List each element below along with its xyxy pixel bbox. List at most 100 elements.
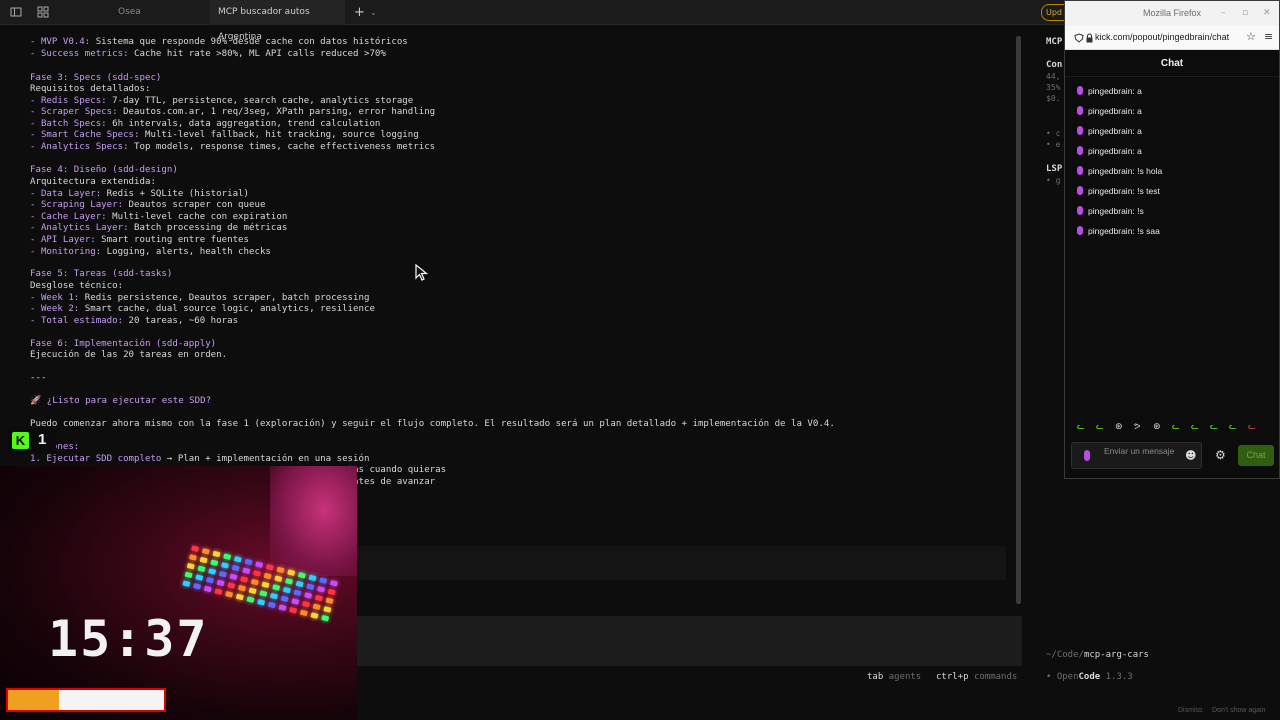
update-badge[interactable]: Upd — [1041, 4, 1065, 21]
tab-dropdown-chevron-icon[interactable]: ⌄ — [362, 0, 377, 25]
webcam-overlay — [0, 466, 357, 720]
emote-bar[interactable]: ᓚ ᓚ ⊛ ᕗ ⊛ ᓚ ᓚ ᓚ ᓚ ᓚ — [1077, 422, 1267, 434]
terminal-line-text: --- — [30, 373, 47, 383]
emoji-icon[interactable]: ☻ — [1185, 449, 1196, 462]
terminal-line-text: Sistema que responde 90% desde cache con… — [90, 37, 408, 47]
terminal-line: 🚀 ¿Listo para ejecutar este SDD? — [30, 395, 211, 407]
chat-username[interactable]: pingedbrain: — [1088, 206, 1135, 216]
side-lsp-item: • g — [1046, 176, 1061, 185]
prompt-input[interactable] — [356, 546, 1006, 580]
terminal-line: - Smart Cache Specs: Multi-level fallbac… — [30, 129, 419, 141]
command-bar[interactable] — [356, 616, 1022, 666]
chat-username[interactable]: pingedbrain: — [1088, 126, 1135, 136]
terminal-line: Arquitectura extendida: — [30, 176, 156, 188]
shortcut-commands: ctrl+p commands — [936, 672, 1018, 682]
keyboard-key — [299, 609, 308, 617]
url-text[interactable]: kick.com/popout/pingedbrain/chat — [1095, 32, 1243, 42]
terminal-line-text: Redis + SQLite (historial) — [101, 189, 250, 199]
terminal-line: --- — [30, 372, 46, 384]
terminal-scrollbar[interactable] — [1016, 36, 1021, 604]
user-badge-icon — [1077, 86, 1083, 95]
chat-text: a — [1137, 146, 1142, 156]
terminal-line: Puedo comenzar ahora mismo con la fase 1… — [30, 418, 835, 430]
terminal-line: - Monitoring: Logging, alerts, health ch… — [30, 246, 271, 258]
terminal-line: - Analytics Specs: Top models, response … — [30, 141, 435, 153]
keyboard-key — [205, 576, 214, 584]
menu-icon[interactable]: ≡ — [1264, 30, 1273, 43]
url-bar[interactable]: kick.com/popout/pingedbrain/chat ☆ ≡ — [1065, 26, 1279, 50]
mic-icon — [1084, 450, 1090, 461]
keyboard-key — [282, 586, 291, 594]
chat-message: pingedbrain: a — [1077, 145, 1142, 157]
terminal-line-label: - MVP V0.4: — [30, 37, 91, 47]
chat-username[interactable]: pingedbrain: — [1088, 166, 1135, 176]
user-badge-icon — [1077, 106, 1083, 115]
terminal-line-label: - Scraper Specs: — [30, 107, 118, 117]
chat-message: pingedbrain: a — [1077, 125, 1142, 137]
chat-message: pingedbrain: a — [1077, 105, 1142, 117]
tab-osea[interactable]: Osea — [110, 0, 210, 25]
keyboard-key — [302, 600, 311, 608]
keyboard-key — [237, 584, 246, 592]
terminal-line-text: Smart cache, dual source logic, analytic… — [79, 304, 375, 314]
keyboard-key — [229, 573, 238, 581]
terminal-line-label: - Week 1: — [30, 293, 80, 303]
keyboard-key — [233, 556, 242, 563]
tab-grid-icon[interactable] — [37, 6, 49, 18]
keyboard-key — [314, 594, 323, 602]
keyboard-key — [329, 580, 338, 587]
chat-username[interactable]: pingedbrain: — [1088, 106, 1135, 116]
chat-header: Chat — [1065, 51, 1279, 77]
keyboard-key — [319, 577, 328, 584]
terminal-line: - Analytics Layer: Batch processing de m… — [30, 222, 287, 234]
close-icon[interactable]: ✕ — [1263, 8, 1271, 18]
chat-text: !s — [1137, 206, 1144, 216]
chat-username[interactable]: pingedbrain: — [1088, 226, 1135, 236]
terminal-line-text: Top models, response times, cache effect… — [128, 142, 436, 152]
side-lsp: LSP — [1046, 164, 1063, 174]
chat-username[interactable]: pingedbrain: — [1088, 86, 1135, 96]
terminal-line-text: Logging, alerts, health checks — [101, 247, 271, 257]
keyboard-key — [195, 574, 204, 581]
dismiss-link[interactable]: Dismiss — [1178, 707, 1203, 714]
viewer-badge: K 1 — [8, 428, 56, 454]
chat-username[interactable]: pingedbrain: — [1088, 186, 1135, 196]
terminal-line: Ejecución de las 20 tareas en orden. — [30, 349, 227, 361]
keyboard-key — [263, 572, 272, 580]
shield-icon[interactable] — [1074, 33, 1084, 43]
terminal-line-text: Cache hit rate >80%, ML API calls reduce… — [128, 49, 386, 59]
keyboard-key — [250, 578, 259, 586]
chat-message: pingedbrain: !s — [1077, 205, 1144, 217]
terminal-line: - Scraping Layer: Deautos scraper con qu… — [30, 199, 265, 211]
send-chat-button[interactable]: Chat — [1238, 445, 1274, 466]
chat-message: pingedbrain: a — [1077, 85, 1142, 97]
side-bullet-2: • e — [1046, 140, 1061, 149]
dont-show-again-link[interactable]: Don't show again — [1212, 707, 1265, 714]
keyboard-key — [306, 583, 315, 590]
maximize-icon[interactable]: ▫ — [1242, 8, 1248, 18]
terminal-line-text: Batch processing de métricas — [128, 223, 288, 233]
tab-mcp-buscador[interactable]: MCP buscador autos Argentina — [210, 0, 345, 42]
browser-tab-bar: Osea MCP buscador autos Argentina + ⌄ Up… — [0, 0, 1065, 42]
terminal-line-label: - Data Layer: — [30, 189, 102, 199]
minimize-icon[interactable]: – — [1221, 8, 1226, 18]
keyboard-key — [269, 592, 278, 600]
terminal-line-label: - Analytics Layer: — [30, 223, 129, 233]
chat-username[interactable]: pingedbrain: — [1088, 146, 1135, 156]
chat-input[interactable]: Enviar un mensaje ☻ — [1071, 442, 1202, 469]
settings-gear-icon[interactable]: ⚙ — [1215, 448, 1226, 462]
keyboard-key — [261, 581, 270, 589]
stream-progress-bar — [6, 688, 166, 712]
keyboard-key — [289, 606, 298, 614]
user-badge-icon — [1077, 146, 1083, 155]
keyboard-key — [297, 572, 306, 579]
keyboard-key — [321, 614, 330, 622]
keyboard-key — [325, 597, 334, 605]
bookmark-star-icon[interactable]: ☆ — [1246, 30, 1256, 43]
lock-icon[interactable] — [1085, 33, 1094, 43]
terminal-line-text: Deautos.com.ar, 1 req/3seg, XPath parsin… — [117, 107, 436, 117]
sidebar-toggle-icon[interactable] — [10, 6, 22, 18]
keyboard-key — [220, 562, 229, 569]
terminal-line-text: Puedo comenzar ahora mismo con la fase 1… — [30, 419, 835, 429]
terminal-line-text: 7-day TTL, persistence, search cache, an… — [106, 96, 414, 106]
